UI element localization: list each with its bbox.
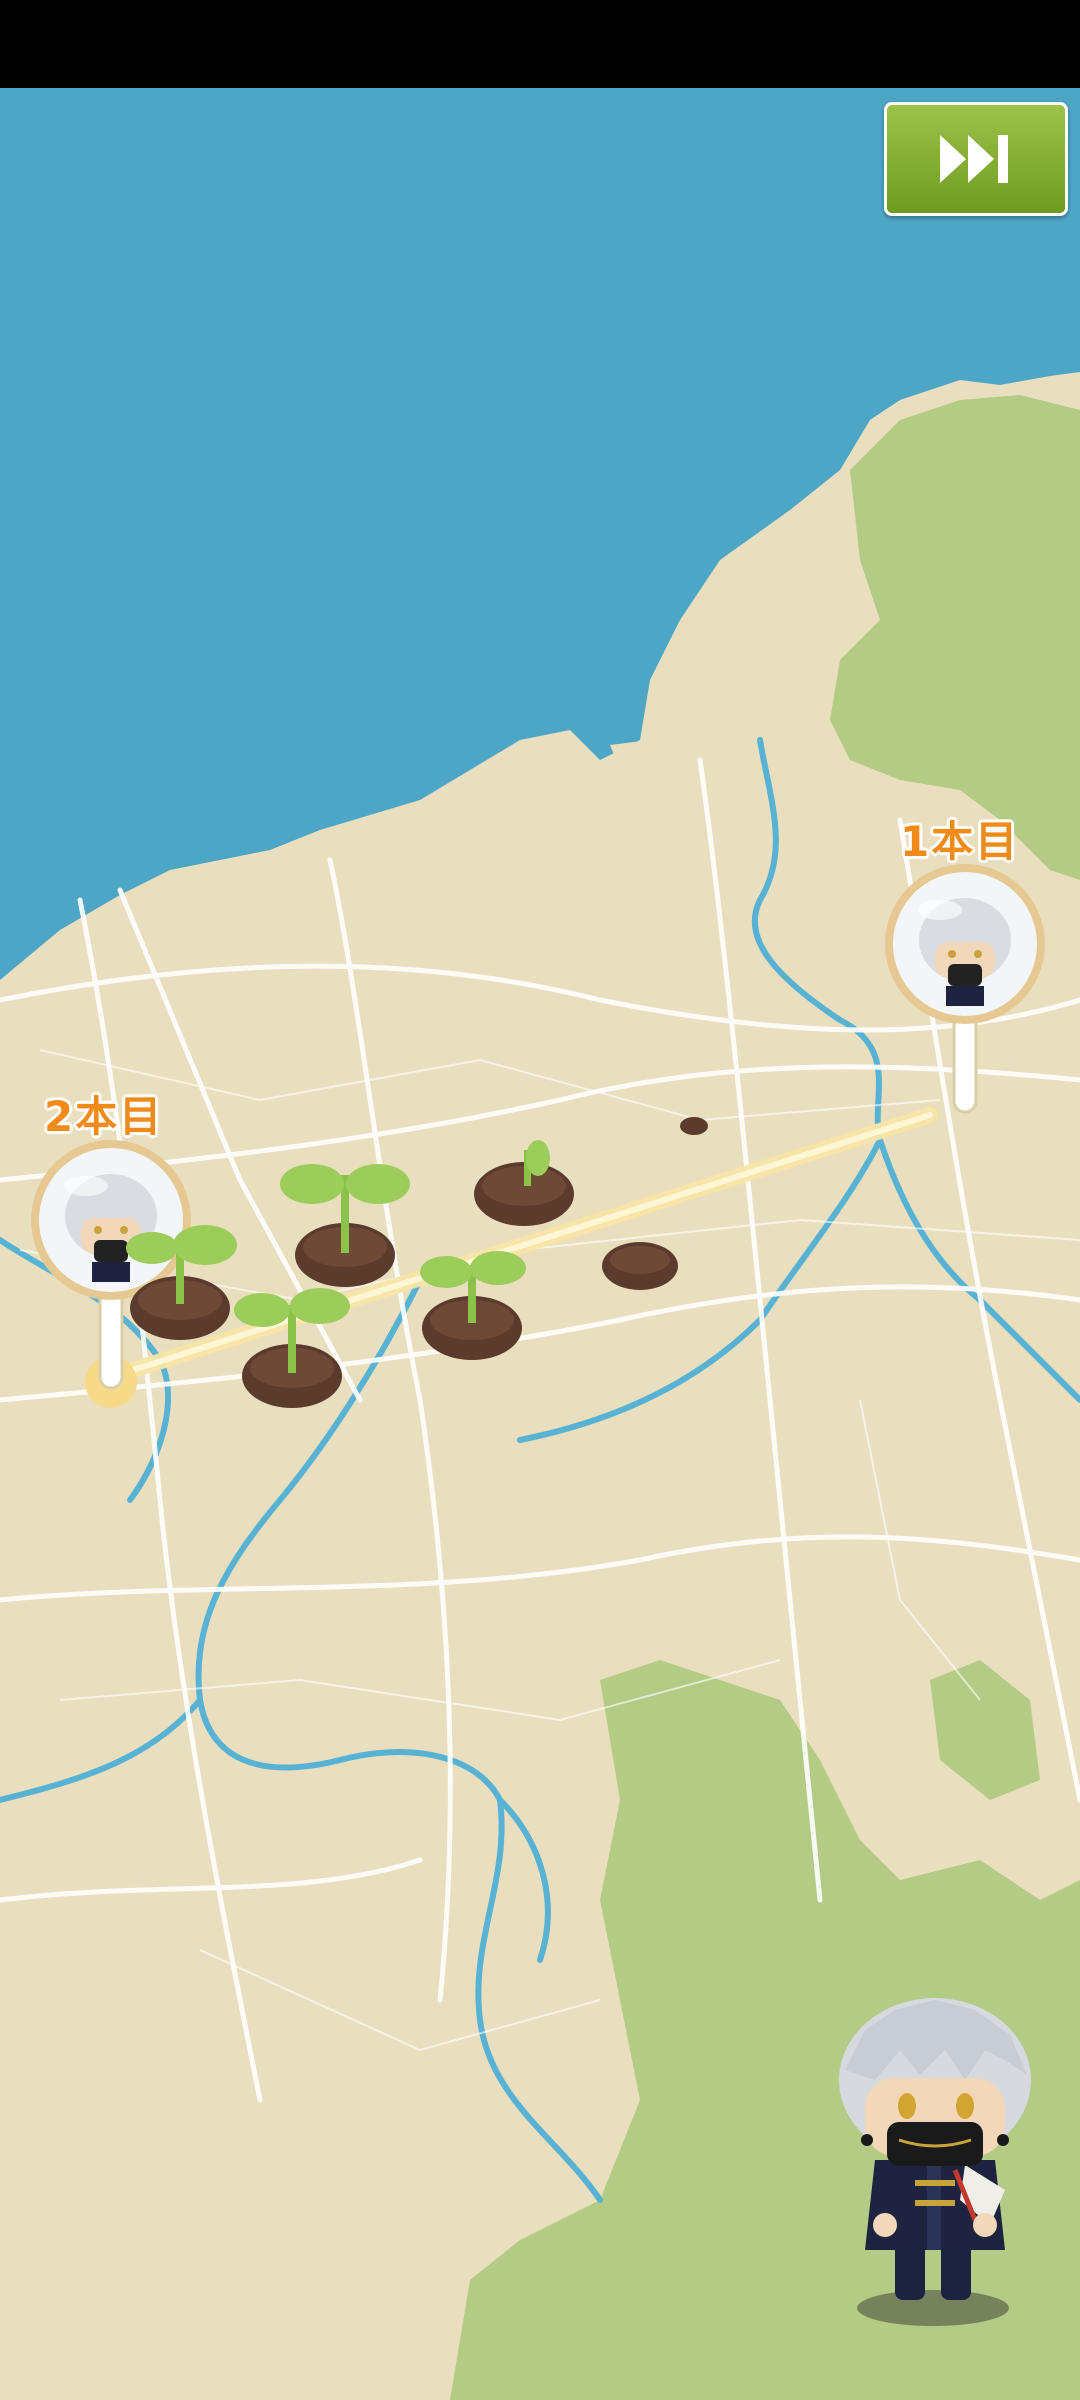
- sprout-plot: [420, 1251, 526, 1360]
- player-character: [839, 1998, 1031, 2326]
- sprout-plot: [474, 1140, 574, 1226]
- empty-plot: [602, 1242, 678, 1290]
- empty-plot: [680, 1117, 708, 1135]
- sprout-plot: [280, 1164, 410, 1287]
- sprout-plot: [126, 1225, 237, 1340]
- sprout-plot: [234, 1288, 350, 1408]
